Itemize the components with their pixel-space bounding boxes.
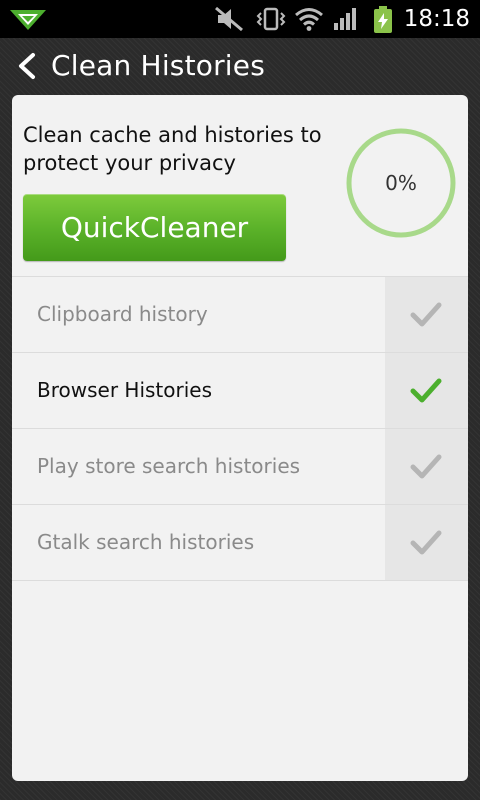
cleaner-description: Clean cache and histories to protect you… [23, 123, 322, 175]
vibrate-icon [256, 7, 286, 31]
title-bar: Clean Histories [0, 38, 480, 94]
back-button[interactable] [8, 46, 48, 86]
checkbox[interactable] [385, 429, 468, 504]
checkmark-icon [410, 454, 442, 479]
page-title: Clean Histories [51, 49, 265, 82]
list-item-browser-histories[interactable]: Browser Histories [12, 353, 468, 429]
list-item-clipboard-history[interactable]: Clipboard history [12, 277, 468, 353]
checkbox[interactable] [385, 505, 468, 580]
list-item-label: Play store search histories [37, 454, 301, 478]
list-item-label: Gtalk search histories [37, 530, 255, 554]
list-item-label: Clipboard history [37, 302, 208, 326]
list-item-gtalk-search-histories[interactable]: Gtalk search histories [12, 505, 468, 581]
app-notification-icon [10, 10, 46, 30]
cleaner-card: Clean cache and histories to protect you… [12, 95, 468, 781]
signal-icon [334, 8, 356, 30]
list-item-play-store-search-histories[interactable]: Play store search histories [12, 429, 468, 505]
mute-icon [215, 6, 243, 32]
quickcleaner-button[interactable]: QuickCleaner [23, 194, 286, 261]
clock: 18:18 [403, 6, 470, 32]
battery-charging-icon [374, 6, 392, 33]
checkmark-icon [410, 378, 442, 403]
list-item-label: Browser Histories [37, 378, 212, 402]
history-list: Clipboard history Browser Histories Play… [12, 276, 468, 581]
chevron-left-icon [19, 53, 35, 79]
wifi-icon [295, 8, 323, 31]
checkmark-icon [410, 302, 442, 327]
checkbox[interactable] [385, 353, 468, 428]
checkmark-icon [410, 530, 442, 555]
status-bar: 18:18 [0, 0, 480, 38]
progress-percentage: 0% [385, 171, 417, 195]
checkbox[interactable] [385, 277, 468, 352]
